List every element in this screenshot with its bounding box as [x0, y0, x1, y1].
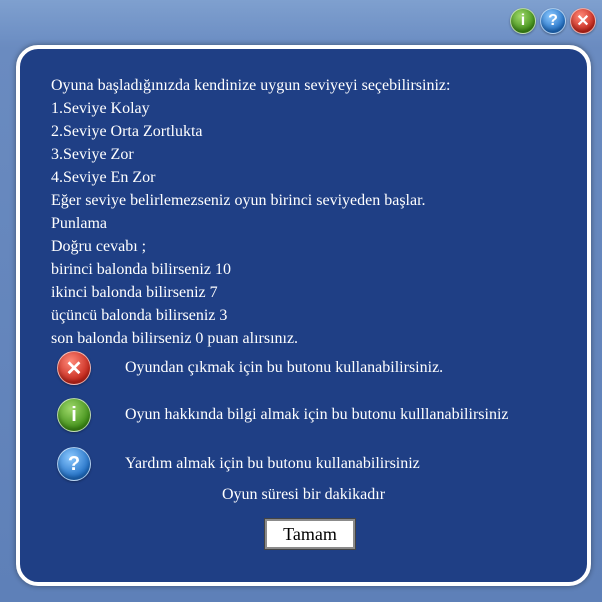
- instruction-line: 3.Seviye Zor: [51, 146, 134, 163]
- instruction-line: Doğru cevabı ;: [51, 238, 147, 255]
- instruction-line: son balonda bilirseniz 0 puan alırsınız.: [51, 330, 299, 347]
- close-icon: ✕: [57, 351, 91, 385]
- instruction-line: 2.Seviye Orta Zortlukta: [51, 123, 203, 140]
- legend-info-row: i Oyun hakkında bilgi almak için bu buto…: [57, 398, 509, 432]
- help-icon: ?: [57, 447, 91, 481]
- instruction-line: birinci balonda bilirseniz 10: [51, 261, 231, 278]
- info-icon: i: [57, 398, 91, 432]
- instruction-line: ikinci balonda bilirseniz 7: [51, 284, 218, 301]
- instruction-line: 1.Seviye Kolay: [51, 100, 150, 117]
- close-icon[interactable]: ✕: [570, 8, 596, 34]
- instruction-line: Oyuna başladığınızda kendinize uygun sev…: [51, 77, 451, 94]
- legend-close-text: Oyundan çıkmak için bu butonu kullanabil…: [125, 359, 444, 376]
- instruction-line: 4.Seviye En Zor: [51, 169, 156, 186]
- legend-help-text: Yardım almak için bu butonu kullanabilir…: [125, 455, 420, 472]
- instruction-line: üçüncü balonda bilirseniz 3: [51, 307, 228, 324]
- legend-close-row: ✕ Oyundan çıkmak için bu butonu kullanab…: [57, 351, 443, 385]
- instruction-line: Punlama: [51, 215, 107, 232]
- instructions-text: Oyuna başladığınızda kendinize uygun sev…: [51, 74, 571, 350]
- help-icon[interactable]: ?: [540, 8, 566, 34]
- legend-info-text: Oyun hakkında bilgi almak için bu butonu…: [125, 406, 509, 423]
- info-icon[interactable]: i: [510, 8, 536, 34]
- duration-text: Oyun süresi bir dakikadır: [221, 486, 386, 503]
- legend-help-row: ? Yardım almak için bu butonu kullanabil…: [57, 447, 420, 481]
- title-bar: i ? ✕: [0, 0, 602, 40]
- window-controls: i ? ✕: [510, 8, 596, 34]
- ok-button[interactable]: Tamam: [264, 518, 356, 550]
- instructions-dialog: Oyuna başladığınızda kendinize uygun sev…: [16, 45, 591, 586]
- instruction-line: Eğer seviye belirlemezseniz oyun birinci…: [51, 192, 426, 209]
